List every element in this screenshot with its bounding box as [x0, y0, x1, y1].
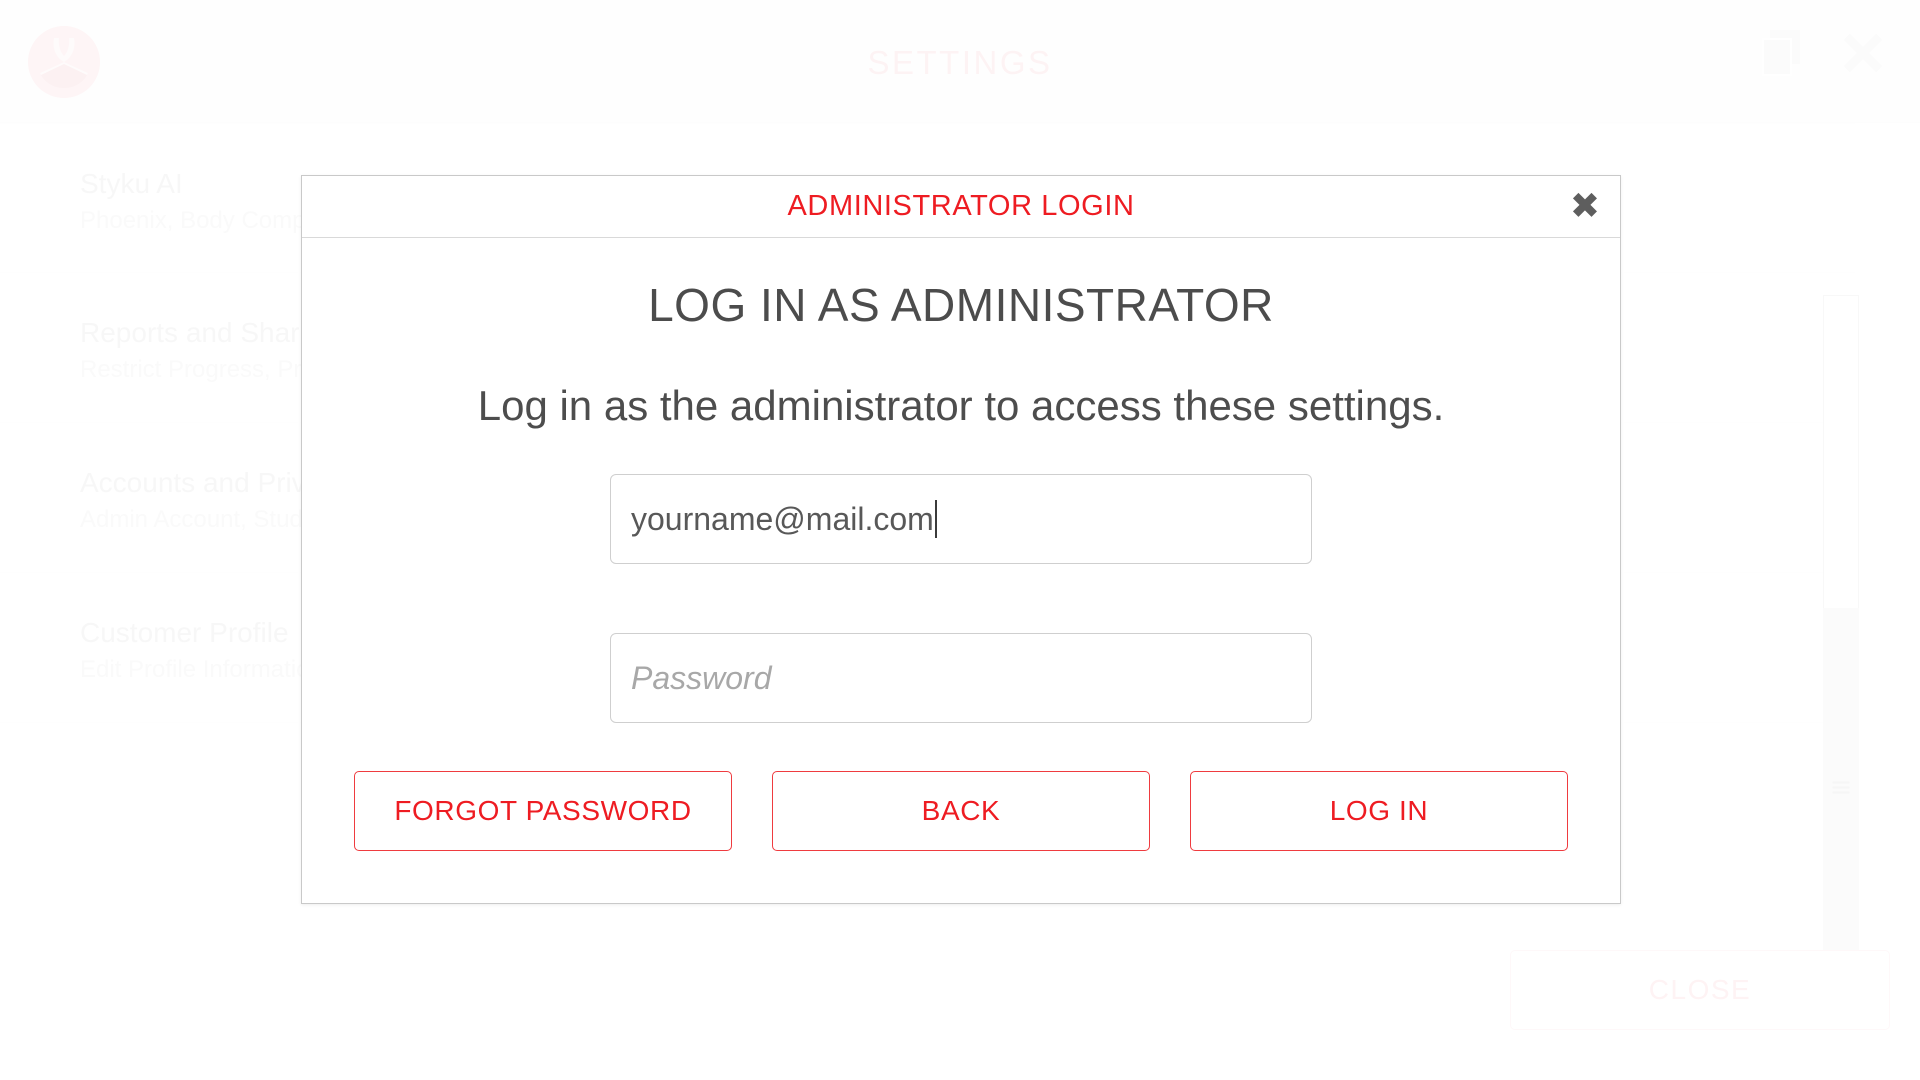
dialog-subtitle: Log in as the administrator to access th… [302, 380, 1620, 432]
close-x-icon[interactable] [1840, 30, 1886, 76]
vertical-scrollbar-thumb[interactable] [1823, 608, 1859, 965]
email-input[interactable]: yourname@mail.com [610, 474, 1312, 564]
close-settings-button-label: CLOSE [1649, 974, 1751, 1006]
dialog-body: LOG IN AS ADMINISTRATOR Log in as the ad… [302, 238, 1620, 851]
forgot-password-button-label: FORGOT PASSWORD [394, 795, 691, 827]
log-in-button[interactable]: LOG IN [1190, 771, 1568, 851]
close-settings-button[interactable]: CLOSE [1510, 950, 1890, 1030]
back-button[interactable]: BACK [772, 771, 1150, 851]
app-root: SETTINGS Styku AI Phoenix, Body Composit… [0, 0, 1920, 1080]
dialog-close-icon[interactable]: ✖ [1566, 188, 1604, 226]
administrator-login-dialog: ADMINISTRATOR LOGIN ✖ LOG IN AS ADMINIST… [301, 175, 1621, 904]
app-header-bar: SETTINGS [0, 0, 1920, 123]
back-button-label: BACK [922, 795, 1001, 827]
text-cursor [935, 500, 937, 538]
password-input-placeholder: Password [631, 660, 772, 697]
forgot-password-button[interactable]: FORGOT PASSWORD [354, 771, 732, 851]
window-controls [1762, 30, 1886, 76]
password-field-wrap: Password [302, 606, 1620, 723]
password-input[interactable]: Password [610, 633, 1312, 723]
dialog-header-title: ADMINISTRATOR LOGIN [787, 190, 1134, 223]
log-in-button-label: LOG IN [1330, 795, 1429, 827]
email-input-value: yourname@mail.com [631, 501, 934, 538]
copy-windows-icon[interactable] [1762, 30, 1802, 76]
email-field-wrap: yourname@mail.com [302, 474, 1620, 564]
dialog-button-row: FORGOT PASSWORD BACK LOG IN [302, 771, 1620, 851]
dialog-title: LOG IN AS ADMINISTRATOR [302, 276, 1620, 334]
page-title: SETTINGS [0, 44, 1920, 82]
dialog-header: ADMINISTRATOR LOGIN ✖ [302, 176, 1620, 238]
scrollbar-grip-icon [1833, 781, 1850, 792]
